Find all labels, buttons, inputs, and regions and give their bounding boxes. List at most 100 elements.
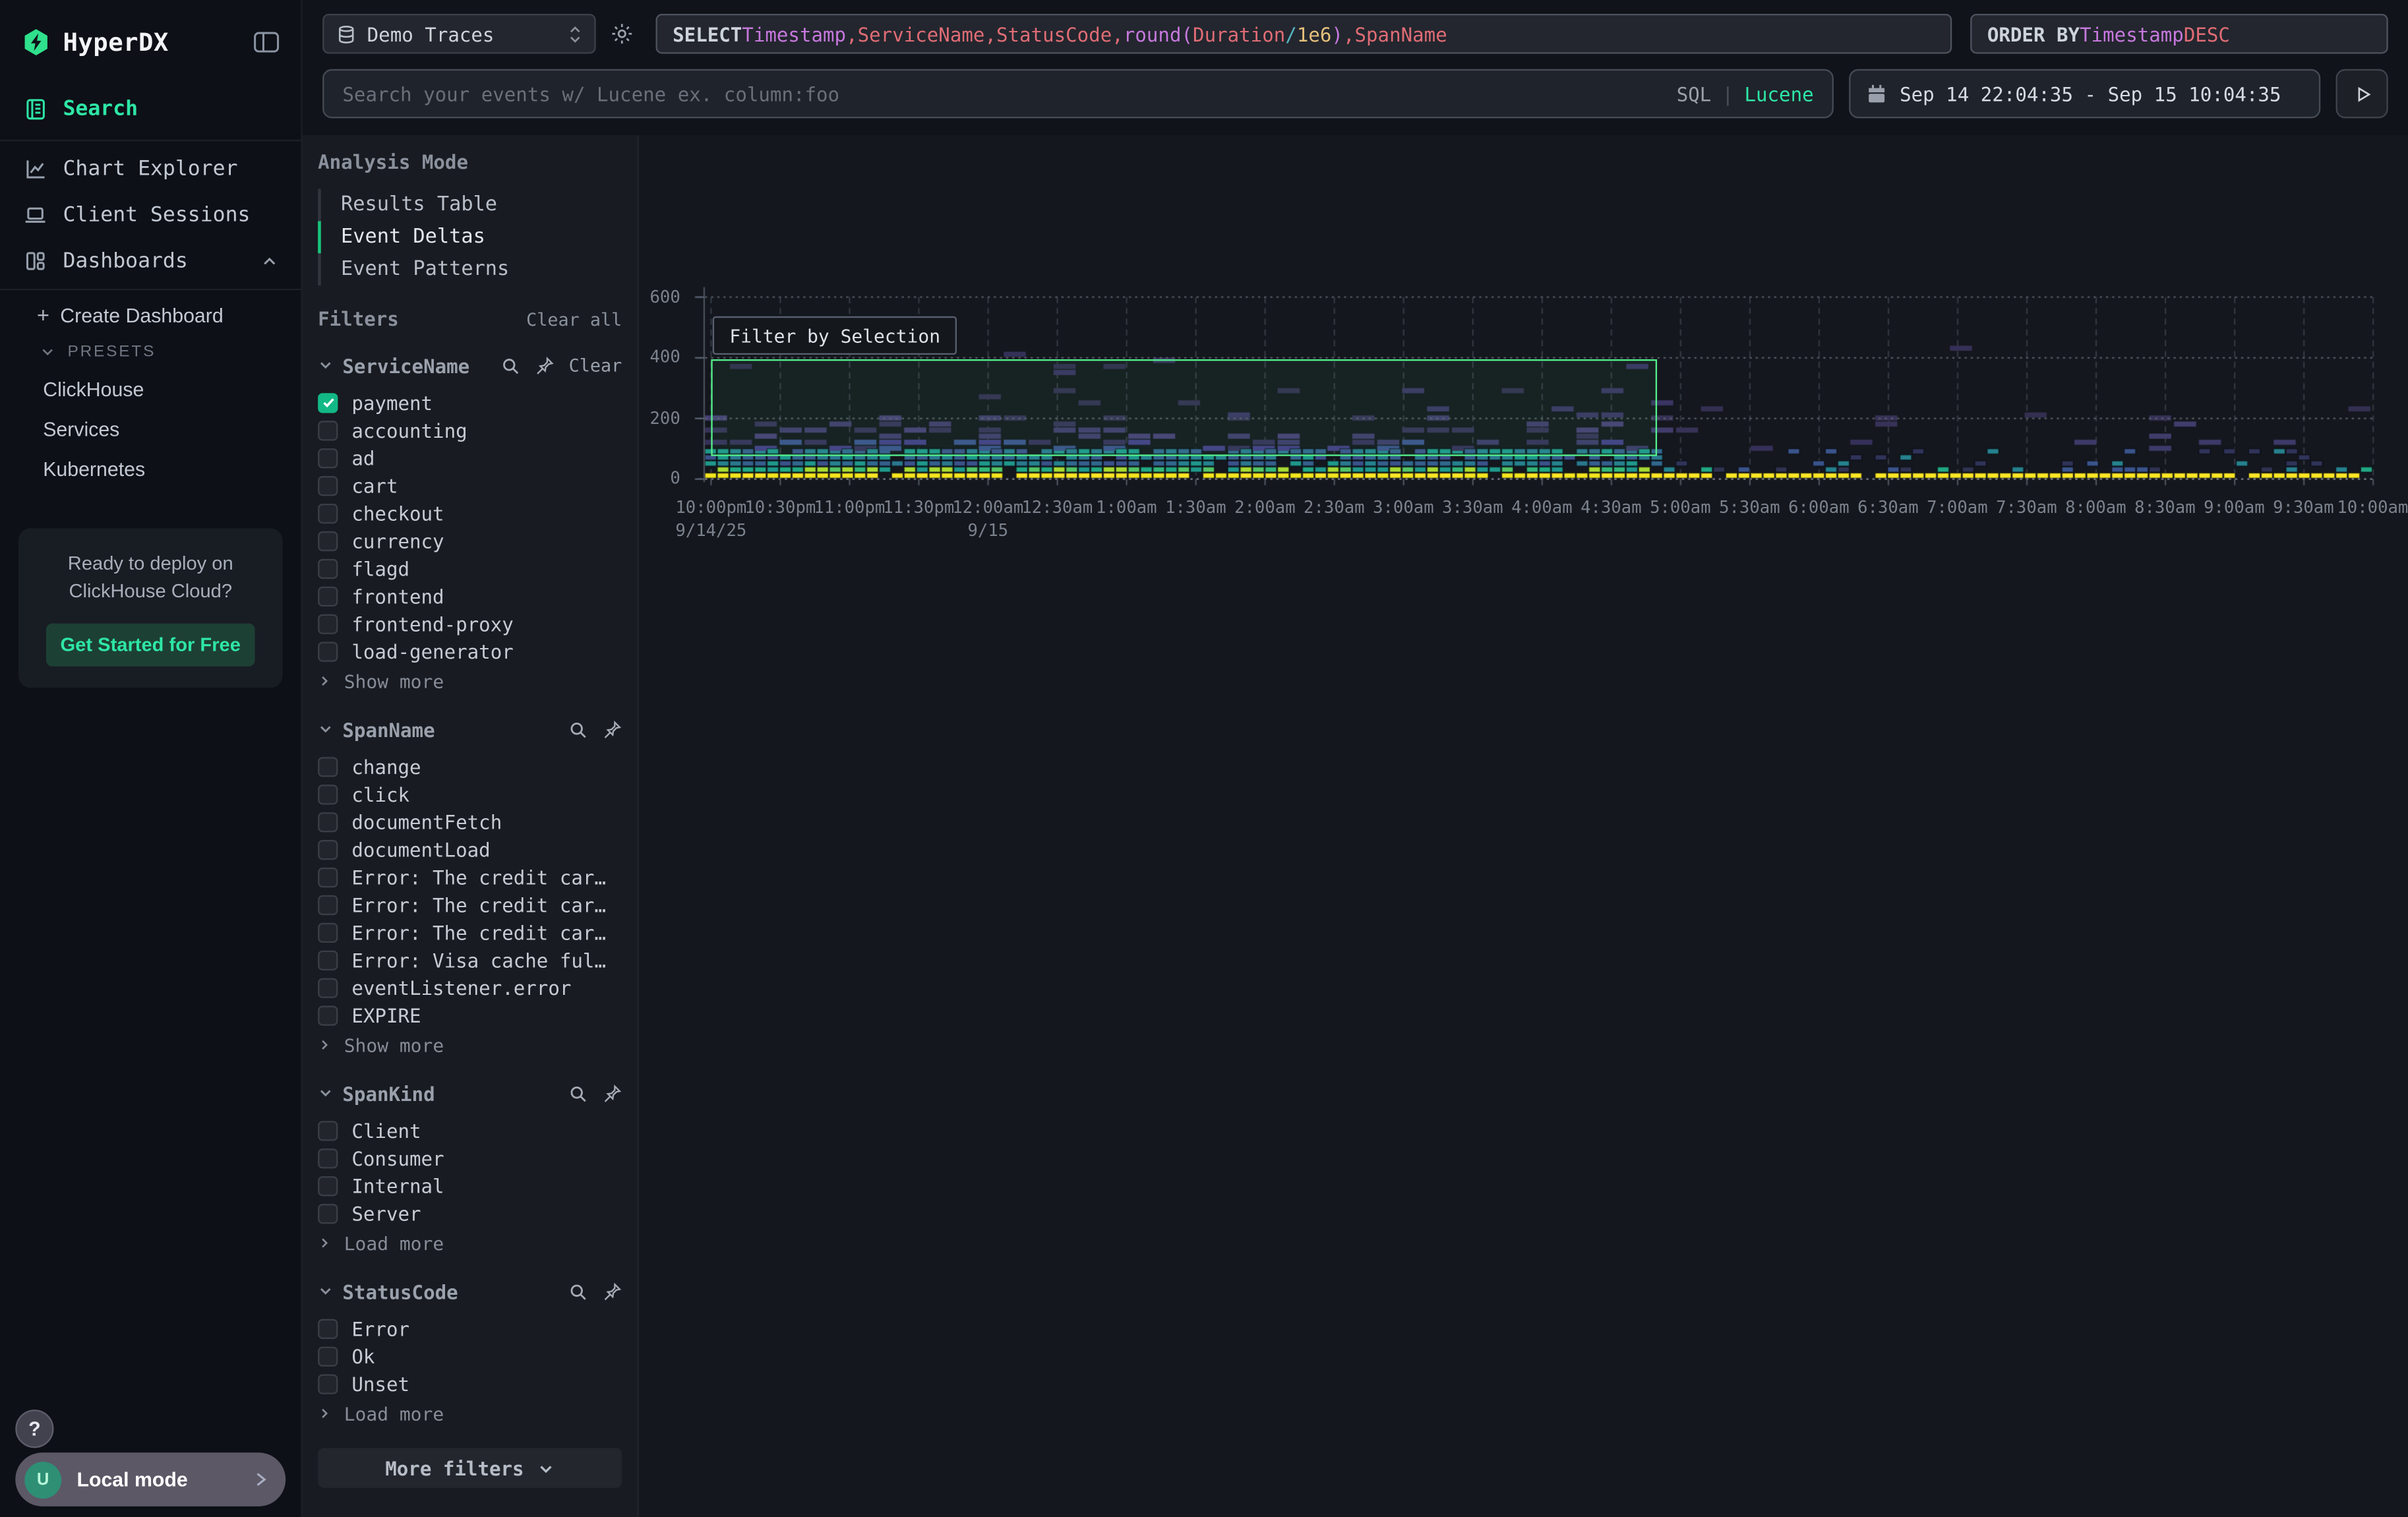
checkbox-unchecked[interactable] bbox=[318, 867, 338, 887]
sql-select-input[interactable]: SELECT Timestamp, ServiceName, StatusCod… bbox=[656, 14, 1952, 54]
checkbox-unchecked[interactable] bbox=[318, 1148, 338, 1168]
checkbox-unchecked[interactable] bbox=[318, 448, 338, 467]
sidebar-item-kubernetes[interactable]: Kubernetes bbox=[0, 448, 301, 489]
sidebar-collapse-icon[interactable] bbox=[253, 30, 280, 53]
filter-checkbox-row[interactable]: Error: Visa cache full: … bbox=[318, 946, 622, 974]
checkbox-unchecked[interactable] bbox=[318, 756, 338, 776]
checkbox-unchecked[interactable] bbox=[318, 922, 338, 942]
filter-checkbox-row[interactable]: flagd bbox=[318, 554, 622, 582]
filter-checkbox-row[interactable]: click bbox=[318, 780, 622, 808]
checkbox-unchecked[interactable] bbox=[318, 839, 338, 859]
section-search-button[interactable] bbox=[568, 1282, 588, 1301]
filter-checkbox-row[interactable]: ad bbox=[318, 444, 622, 471]
checkbox-unchecked[interactable] bbox=[318, 784, 338, 804]
checkbox-unchecked[interactable] bbox=[318, 1319, 338, 1338]
filter-checkbox-row[interactable]: Error: The credit card (… bbox=[318, 891, 622, 918]
filter-section-header[interactable]: SpanKind bbox=[318, 1079, 622, 1107]
analysis-mode-option[interactable]: Results Table bbox=[318, 189, 622, 221]
section-search-button[interactable] bbox=[501, 355, 521, 375]
section-pin-button[interactable] bbox=[602, 1282, 622, 1301]
filter-checkbox-row[interactable]: checkout bbox=[318, 499, 622, 527]
checkbox-unchecked[interactable] bbox=[318, 613, 338, 633]
checkbox-unchecked[interactable] bbox=[318, 420, 338, 440]
show-more-button[interactable]: Show more bbox=[318, 668, 622, 694]
filter-checkbox-row[interactable]: change bbox=[318, 752, 622, 780]
filter-checkbox-row[interactable]: EXPIRE bbox=[318, 1001, 622, 1029]
filter-checkbox-row[interactable]: Error bbox=[318, 1315, 622, 1342]
section-clear-button[interactable]: Clear bbox=[569, 355, 622, 376]
search-input[interactable] bbox=[342, 82, 1664, 105]
checkbox-unchecked[interactable] bbox=[318, 1373, 338, 1393]
filter-checkbox-row[interactable]: Ok bbox=[318, 1342, 622, 1370]
sidebar-item-chart-explorer[interactable]: Chart Explorer bbox=[0, 146, 301, 192]
load-more-button[interactable]: Load more bbox=[318, 1400, 622, 1427]
sidebar-item-services[interactable]: Services bbox=[0, 409, 301, 449]
filter-checkbox-row[interactable]: Error: The credit card (… bbox=[318, 863, 622, 891]
checkbox-unchecked[interactable] bbox=[318, 812, 338, 831]
filter-section-header[interactable]: ServiceNameClear bbox=[318, 351, 622, 379]
source-select[interactable]: Demo Traces bbox=[322, 14, 596, 54]
checkbox-unchecked[interactable] bbox=[318, 1346, 338, 1365]
analysis-mode-option[interactable]: Event Patterns bbox=[318, 253, 622, 285]
mode-sql-button[interactable]: SQL bbox=[1677, 82, 1712, 105]
filter-checkbox-row[interactable]: documentLoad bbox=[318, 835, 622, 863]
checkbox-unchecked[interactable] bbox=[318, 475, 338, 495]
clear-all-button[interactable]: Clear all bbox=[526, 308, 622, 330]
more-filters-button[interactable]: More filters bbox=[318, 1448, 622, 1488]
filter-by-selection-button[interactable]: Filter by Selection bbox=[713, 316, 957, 355]
filter-checkbox-row[interactable]: Consumer bbox=[318, 1144, 622, 1172]
filter-checkbox-row[interactable]: accounting bbox=[318, 416, 622, 444]
section-pin-button[interactable] bbox=[602, 719, 622, 739]
chart-selection-brush[interactable] bbox=[711, 359, 1657, 456]
checkbox-checked[interactable] bbox=[318, 392, 338, 412]
checkbox-unchecked[interactable] bbox=[318, 586, 338, 606]
checkbox-unchecked[interactable] bbox=[318, 1005, 338, 1025]
checkbox-unchecked[interactable] bbox=[318, 1120, 338, 1140]
filter-checkbox-row[interactable]: Client bbox=[318, 1116, 622, 1144]
checkbox-unchecked[interactable] bbox=[318, 531, 338, 550]
filter-checkbox-row[interactable]: Internal bbox=[318, 1172, 622, 1199]
sidebar-item-search[interactable]: Search bbox=[0, 83, 301, 135]
section-pin-button[interactable] bbox=[535, 355, 555, 375]
filter-checkbox-row[interactable]: Error: The credit card (… bbox=[318, 918, 622, 946]
show-more-button[interactable]: Show more bbox=[318, 1032, 622, 1058]
filter-checkbox-row[interactable]: eventListener.error bbox=[318, 974, 622, 1001]
order-by-input[interactable]: ORDER BY Timestamp DESC bbox=[1970, 14, 2388, 54]
checkbox-unchecked[interactable] bbox=[318, 558, 338, 578]
filter-checkbox-row[interactable]: currency bbox=[318, 527, 622, 554]
time-range-picker[interactable]: Sep 14 22:04:35 - Sep 15 10:04:35 bbox=[1849, 69, 2320, 119]
filter-checkbox-row[interactable]: documentFetch bbox=[318, 808, 622, 835]
filter-checkbox-row[interactable]: frontend-proxy bbox=[318, 610, 622, 638]
checkbox-unchecked[interactable] bbox=[318, 977, 338, 997]
checkbox-unchecked[interactable] bbox=[318, 503, 338, 523]
filter-section-header[interactable]: SpanName bbox=[318, 715, 622, 743]
filter-checkbox-row[interactable]: Server bbox=[318, 1199, 622, 1227]
filter-checkbox-row[interactable]: cart bbox=[318, 471, 622, 499]
source-settings-button[interactable] bbox=[610, 22, 634, 46]
get-started-button[interactable]: Get Started for Free bbox=[46, 624, 255, 667]
sidebar-item-clickhouse[interactable]: ClickHouse bbox=[0, 369, 301, 409]
sidebar-item-client-sessions[interactable]: Client Sessions bbox=[0, 192, 301, 238]
filter-checkbox-row[interactable]: Unset bbox=[318, 1370, 622, 1398]
section-pin-button[interactable] bbox=[602, 1083, 622, 1103]
create-dashboard-button[interactable]: + Create Dashboard bbox=[0, 295, 301, 335]
presets-toggle[interactable]: PRESETS bbox=[0, 335, 301, 369]
checkbox-unchecked[interactable] bbox=[318, 1203, 338, 1223]
help-button[interactable]: ? bbox=[15, 1410, 53, 1448]
checkbox-unchecked[interactable] bbox=[318, 641, 338, 661]
section-search-button[interactable] bbox=[568, 1083, 588, 1103]
checkbox-unchecked[interactable] bbox=[318, 1175, 338, 1195]
run-search-button[interactable] bbox=[2336, 69, 2388, 119]
checkbox-unchecked[interactable] bbox=[318, 895, 338, 914]
load-more-button[interactable]: Load more bbox=[318, 1230, 622, 1257]
mode-lucene-button[interactable]: Lucene bbox=[1744, 82, 1813, 105]
section-search-button[interactable] bbox=[568, 719, 588, 739]
filter-checkbox-row[interactable]: load-generator bbox=[318, 638, 622, 665]
local-mode-menu[interactable]: U Local mode bbox=[15, 1452, 286, 1506]
analysis-mode-option[interactable]: Event Deltas bbox=[318, 221, 622, 253]
sidebar-item-dashboards[interactable]: Dashboards bbox=[0, 238, 301, 284]
filter-checkbox-row[interactable]: frontend bbox=[318, 582, 622, 610]
filter-checkbox-row[interactable]: payment bbox=[318, 388, 622, 416]
checkbox-unchecked[interactable] bbox=[318, 950, 338, 970]
filter-section-header[interactable]: StatusCode bbox=[318, 1278, 622, 1305]
